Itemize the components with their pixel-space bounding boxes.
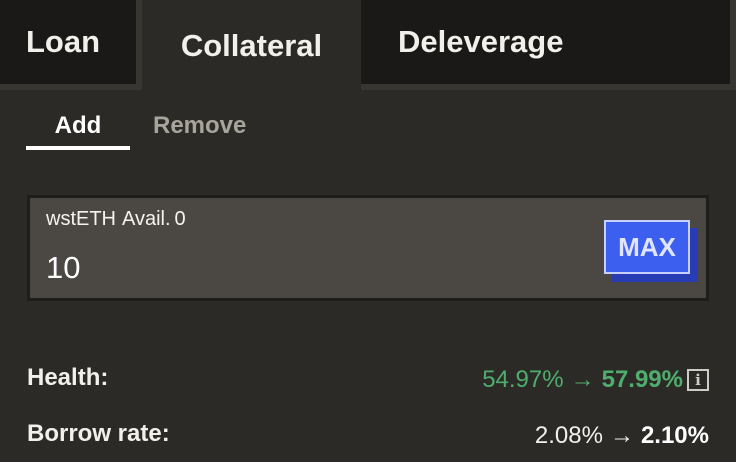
borrow-rate-current: 2.08% [534, 422, 603, 449]
health-current: 54.97% [482, 366, 564, 393]
borrow-rate-label: Borrow rate: [27, 420, 170, 447]
health-values: 54.97% → 57.99% i [482, 366, 709, 394]
arrow-right-icon: → [609, 422, 634, 449]
max-button[interactable]: MAX [604, 220, 690, 274]
arrow-right-icon: → [570, 366, 595, 393]
borrow-rate-row: Borrow rate: 2.08% → 2.10% [27, 416, 709, 456]
tab-deleverage[interactable]: Deleverage [361, 0, 736, 90]
top-tabs: Loan Collateral Deleverage [0, 0, 736, 92]
subtab-add[interactable]: Add [26, 112, 130, 150]
borrow-rate-new: 2.10% [640, 422, 709, 449]
borrow-rate-values: 2.08% → 2.10% [535, 422, 709, 450]
collateral-panel: Add Remove wstETH Avail. 0 MAX Health: 5… [0, 90, 736, 462]
max-button-wrap: MAX [604, 220, 700, 282]
collateral-amount-box: wstETH Avail. 0 MAX [27, 195, 709, 301]
health-new: 57.99% [601, 366, 683, 393]
amount-input[interactable] [46, 250, 586, 286]
token-name: wstETH [46, 208, 116, 230]
info-icon[interactable]: i [687, 369, 709, 391]
health-label: Health: [27, 364, 109, 391]
avail-value: 0 [174, 208, 186, 230]
tab-collateral[interactable]: Collateral [142, 0, 361, 92]
avail-label: Avail. [122, 208, 171, 230]
health-row: Health: 54.97% → 57.99% i [27, 360, 709, 400]
subtab-remove[interactable]: Remove [153, 112, 246, 140]
tab-loan[interactable]: Loan [0, 0, 142, 90]
input-label: wstETH Avail. 0 [46, 208, 186, 231]
